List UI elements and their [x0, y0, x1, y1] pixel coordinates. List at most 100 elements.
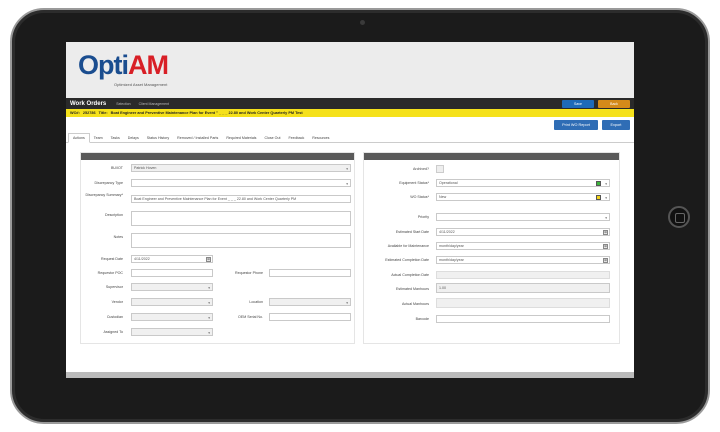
requestor-poc-label: Requestor POC [97, 271, 123, 275]
available-for-maintenance-label: Available for Maintenance [387, 244, 429, 248]
request-date-field[interactable]: 4/11/2022 ▦ [131, 255, 213, 263]
custodian-label: Custodian [106, 315, 123, 319]
vendor-label: Vendor [111, 300, 123, 304]
print-wo-report-button[interactable]: Print WO Report [554, 120, 598, 130]
tab-actions[interactable]: Actions [68, 133, 90, 143]
bu-label: BU/IOT [111, 166, 123, 170]
status-color-indicator [596, 181, 601, 186]
tab-team[interactable]: Team [90, 136, 107, 142]
home-button[interactable] [668, 206, 690, 228]
est-start-date-field[interactable]: 4/11/2022 ▦ [436, 228, 610, 236]
notes-textarea[interactable] [131, 233, 351, 248]
wo-status-label: WO Status* [410, 195, 429, 199]
right-form-panel: Archived? Equipment Status* Operational ▾… [363, 152, 620, 344]
app-screen: OptiAM Optimized Asset Management Work O… [66, 42, 634, 378]
tab-bar: Actions Team Tasks Delays Status History… [66, 132, 634, 143]
chevron-down-icon: ▾ [208, 285, 210, 290]
actual-manhours-value [436, 298, 610, 308]
equipment-status-select[interactable]: Operational ▾ [436, 179, 610, 187]
tab-tasks[interactable]: Tasks [107, 136, 124, 142]
request-date-label: Request Date [101, 257, 123, 261]
calendar-icon: ▦ [603, 230, 608, 235]
chevron-down-icon: ▾ [605, 181, 607, 186]
wo-title: Boat Engineer and Preventive Maintenance… [110, 111, 303, 115]
tab-feedback[interactable]: Feedback [284, 136, 308, 142]
bu-field[interactable]: Patrick Hoven ▾ [131, 164, 351, 172]
tab-close-out[interactable]: Close Out [260, 136, 284, 142]
tab-status-history[interactable]: Status History [143, 136, 173, 142]
oem-serial-field[interactable] [269, 313, 351, 321]
tab-resources[interactable]: Resources [308, 136, 333, 142]
chevron-down-icon: ▾ [208, 330, 210, 335]
actual-completion-date-label: Actual Completion Date [391, 273, 429, 277]
actual-manhours-label: Actual Manhours [402, 302, 429, 306]
chevron-down-icon: ▾ [346, 300, 348, 305]
location-select[interactable]: ▾ [269, 298, 351, 306]
equipment-status-label: Equipment Status* [399, 181, 429, 185]
description-label: Description [105, 213, 123, 217]
header: OptiAM Optimized Asset Management [66, 42, 634, 98]
status-color-indicator [596, 195, 601, 200]
priority-select[interactable]: ▾ [436, 213, 610, 221]
discrepancy-summary-field[interactable]: Boat Engineer and Preventive Maintenance… [131, 195, 351, 203]
save-button[interactable]: Save [562, 99, 594, 108]
description-textarea[interactable] [131, 211, 351, 226]
available-for-maintenance-field[interactable]: month/day/year ▦ [436, 242, 610, 250]
export-button[interactable]: Export [602, 120, 630, 130]
chevron-down-icon: ▾ [346, 181, 348, 186]
actual-completion-date-value [436, 271, 610, 279]
chevron-down-icon: ▾ [208, 300, 210, 305]
vendor-select[interactable]: ▾ [131, 298, 213, 306]
tab-removed-installed-parts[interactable]: Removed / Installed Parts [173, 136, 222, 142]
wo-status-select[interactable]: New ▾ [436, 193, 610, 201]
tab-delays[interactable]: Delays [124, 136, 143, 142]
navbar: Work Orders Selection Client Management … [66, 98, 634, 109]
archived-checkbox[interactable] [436, 165, 444, 173]
supervisor-label: Supervisor [105, 285, 123, 289]
nav-link-client-management[interactable]: Client Management [139, 102, 169, 106]
logo-tagline: Optimized Asset Management [114, 82, 168, 87]
screen-footer [66, 372, 634, 378]
supervisor-select[interactable]: ▾ [131, 283, 213, 291]
est-manhours-field[interactable]: 1.00 [436, 283, 610, 293]
archived-label: Archived? [413, 167, 429, 171]
est-start-date-label: Estimated Start Date [395, 230, 429, 234]
requestor-phone-label: Requestor Phone [235, 271, 263, 275]
left-panel-header [81, 153, 354, 160]
camera-icon [360, 20, 365, 25]
left-form-panel: BU/IOT Patrick Hoven ▾ Discrepancy Type ▾… [80, 152, 355, 344]
notes-label: Notes [113, 235, 123, 239]
calendar-icon: ▦ [603, 244, 608, 249]
wo-number-label: WO#: [70, 111, 80, 115]
action-bar: Print WO Report Export [66, 117, 634, 132]
chevron-down-icon: ▾ [605, 195, 607, 200]
barcode-label: Barcode [415, 317, 429, 321]
est-manhours-label: Estimated Manhours [396, 287, 429, 291]
calendar-icon: ▦ [206, 257, 211, 262]
back-button[interactable]: Back [598, 99, 630, 108]
assigned-to-select[interactable]: ▾ [131, 328, 213, 336]
wo-title-label: Title: [98, 111, 108, 115]
requestor-phone-field[interactable] [269, 269, 351, 277]
custodian-select[interactable]: ▾ [131, 313, 213, 321]
requestor-poc-field[interactable] [131, 269, 213, 277]
oem-serial-label: OEM Serial No. [238, 315, 263, 319]
nav-link-selection[interactable]: Selection [116, 102, 130, 106]
chevron-down-icon: ▾ [346, 166, 348, 171]
discrepancy-summary-label: Discrepancy Summary* [85, 193, 123, 197]
work-order-banner: WO#: 252786 Title: Boat Engineer and Pre… [66, 109, 634, 117]
priority-label: Priority [417, 215, 429, 219]
discrepancy-type-label: Discrepancy Type [94, 181, 124, 185]
optiam-logo: OptiAM [78, 50, 169, 80]
chevron-down-icon: ▾ [208, 315, 210, 320]
right-panel-header [364, 153, 619, 160]
assigned-to-label: Assigned To [103, 330, 123, 334]
est-completion-date-field[interactable]: month/day/year ▦ [436, 256, 610, 264]
barcode-field[interactable] [436, 315, 610, 323]
chevron-down-icon: ▾ [605, 215, 607, 220]
tab-required-materials[interactable]: Required Materials [222, 136, 260, 142]
discrepancy-type-select[interactable]: ▾ [131, 179, 351, 187]
wo-number: 252786 [82, 111, 96, 115]
est-completion-date-label: Estimated Completion Date [385, 258, 429, 262]
calendar-icon: ▦ [603, 258, 608, 263]
